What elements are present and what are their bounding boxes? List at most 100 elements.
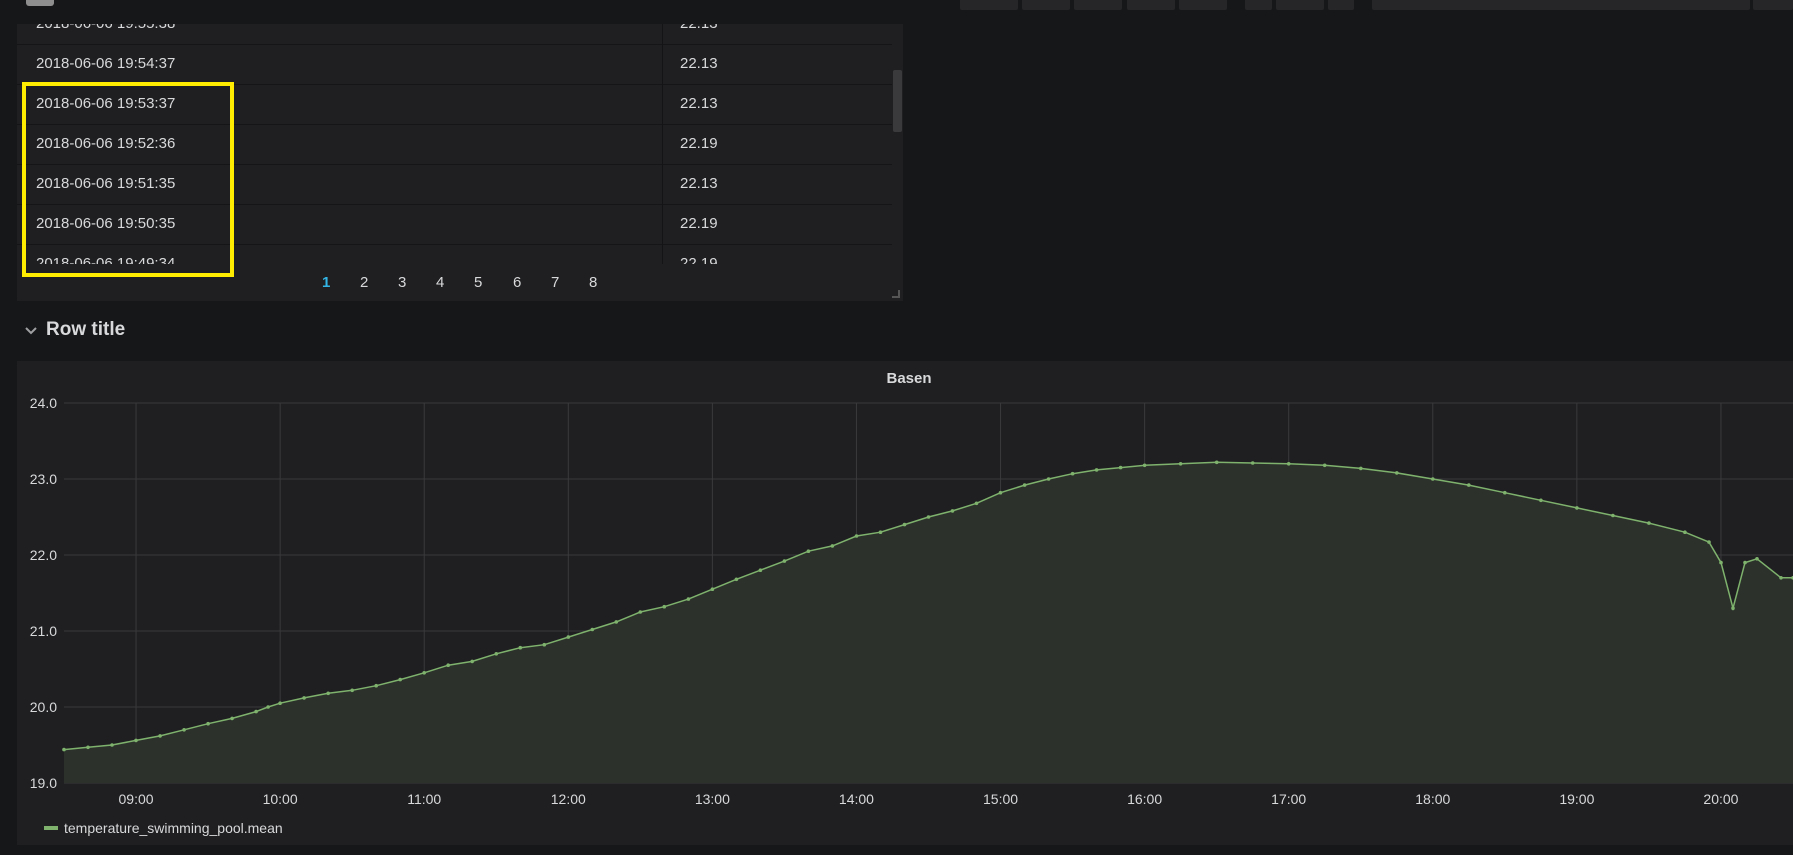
data-point[interactable]	[566, 635, 571, 639]
data-point[interactable]	[86, 745, 90, 750]
data-point[interactable]	[350, 688, 355, 693]
data-point[interactable]	[1683, 530, 1687, 534]
data-point[interactable]	[326, 691, 331, 696]
data-point[interactable]	[542, 642, 547, 647]
data-point[interactable]	[1322, 463, 1327, 468]
row-title[interactable]: Row title	[46, 319, 125, 341]
data-point[interactable]	[1118, 465, 1123, 470]
navbar-button[interactable]	[1127, 0, 1175, 10]
data-point[interactable]	[422, 671, 427, 675]
data-point[interactable]	[638, 610, 643, 614]
page-link-4[interactable]: 4	[436, 264, 444, 302]
data-point[interactable]	[1250, 461, 1255, 465]
data-point[interactable]	[1359, 466, 1363, 471]
data-point[interactable]	[374, 683, 379, 688]
panel-resize-handle[interactable]	[892, 290, 900, 298]
data-point[interactable]	[998, 490, 1003, 495]
page-link-5[interactable]: 5	[474, 264, 482, 302]
time-range-picker[interactable]	[1372, 0, 1750, 10]
data-point[interactable]	[662, 604, 667, 609]
navbar-button[interactable]	[1074, 0, 1122, 10]
x-tick-label: 11:00	[407, 791, 441, 807]
data-point[interactable]	[206, 721, 210, 726]
data-point[interactable]	[758, 568, 763, 572]
data-point[interactable]	[1719, 560, 1723, 565]
scrollbar-thumb[interactable]	[893, 70, 902, 132]
data-point[interactable]	[182, 728, 186, 732]
data-point[interactable]	[830, 544, 835, 548]
navbar-button[interactable]	[960, 0, 1018, 10]
refresh-button[interactable]	[1753, 0, 1793, 10]
data-point[interactable]	[62, 747, 66, 752]
legend-swatch[interactable]	[44, 826, 58, 830]
data-point[interactable]	[950, 509, 955, 513]
data-point[interactable]	[1539, 498, 1543, 503]
data-point[interactable]	[134, 738, 138, 743]
data-point[interactable]	[878, 530, 883, 534]
data-point[interactable]	[686, 597, 691, 601]
data-point[interactable]	[1731, 606, 1735, 610]
data-point[interactable]	[1647, 521, 1651, 525]
data-point[interactable]	[1743, 560, 1747, 565]
data-point[interactable]	[158, 734, 162, 738]
data-point[interactable]	[782, 559, 787, 563]
data-point[interactable]	[494, 652, 499, 656]
data-point[interactable]	[518, 645, 523, 650]
data-point[interactable]	[926, 515, 931, 519]
data-point[interactable]	[590, 627, 595, 632]
data-point[interactable]	[1022, 483, 1027, 487]
data-point[interactable]	[1707, 540, 1711, 544]
data-point[interactable]	[230, 716, 234, 721]
data-point[interactable]	[1094, 468, 1099, 472]
data-point[interactable]	[1503, 490, 1507, 495]
scrollbar-track[interactable]	[893, 24, 903, 264]
data-point[interactable]	[1575, 506, 1579, 510]
row-header[interactable]: Row title	[22, 316, 125, 344]
data-point[interactable]	[446, 663, 451, 667]
value-cell: 22.19	[680, 215, 718, 232]
page-link-3[interactable]: 3	[398, 264, 406, 302]
data-point[interactable]	[614, 620, 619, 624]
chevron-down-icon[interactable]	[22, 321, 40, 339]
data-point[interactable]	[398, 677, 403, 682]
data-point[interactable]	[470, 659, 475, 664]
data-point[interactable]	[1611, 513, 1615, 518]
table-row: 2018-06-06 19:51:35 22.13	[17, 164, 892, 205]
navbar-button[interactable]	[1276, 0, 1324, 10]
page-link-7[interactable]: 7	[551, 264, 559, 302]
navbar-button[interactable]	[1328, 0, 1354, 10]
data-point[interactable]	[734, 577, 739, 582]
page-link-1[interactable]: 1	[322, 264, 330, 302]
page-link-8[interactable]: 8	[589, 264, 597, 302]
navbar-button[interactable]	[1245, 0, 1272, 10]
data-point[interactable]	[1046, 477, 1051, 481]
data-point[interactable]	[278, 701, 282, 705]
legend-series-label[interactable]: temperature_swimming_pool.mean	[64, 820, 283, 836]
data-point[interactable]	[254, 709, 258, 714]
table-row: 2018-06-06 19:54:37 22.13	[17, 44, 892, 85]
page-link-6[interactable]: 6	[513, 264, 521, 302]
data-point[interactable]	[302, 696, 306, 700]
page-link-2[interactable]: 2	[360, 264, 368, 302]
value-cell: 22.13	[680, 95, 718, 112]
data-point[interactable]	[110, 743, 114, 747]
data-point[interactable]	[1755, 557, 1759, 561]
data-point[interactable]	[1467, 483, 1471, 487]
data-point[interactable]	[266, 705, 270, 709]
data-point[interactable]	[902, 522, 907, 527]
data-point[interactable]	[1431, 477, 1435, 481]
data-point[interactable]	[1286, 462, 1291, 466]
navbar-button[interactable]	[1022, 0, 1070, 10]
data-point[interactable]	[806, 549, 811, 553]
data-point[interactable]	[1395, 471, 1399, 475]
navbar-button[interactable]	[1179, 0, 1227, 10]
data-point[interactable]	[1142, 463, 1147, 468]
data-point[interactable]	[1779, 576, 1783, 580]
data-point[interactable]	[1214, 460, 1219, 465]
data-point[interactable]	[974, 501, 979, 506]
data-point[interactable]	[854, 534, 859, 538]
dashboard-icon[interactable]	[26, 0, 54, 6]
data-point[interactable]	[1070, 471, 1075, 476]
data-point[interactable]	[1178, 462, 1183, 466]
data-point[interactable]	[710, 587, 715, 591]
